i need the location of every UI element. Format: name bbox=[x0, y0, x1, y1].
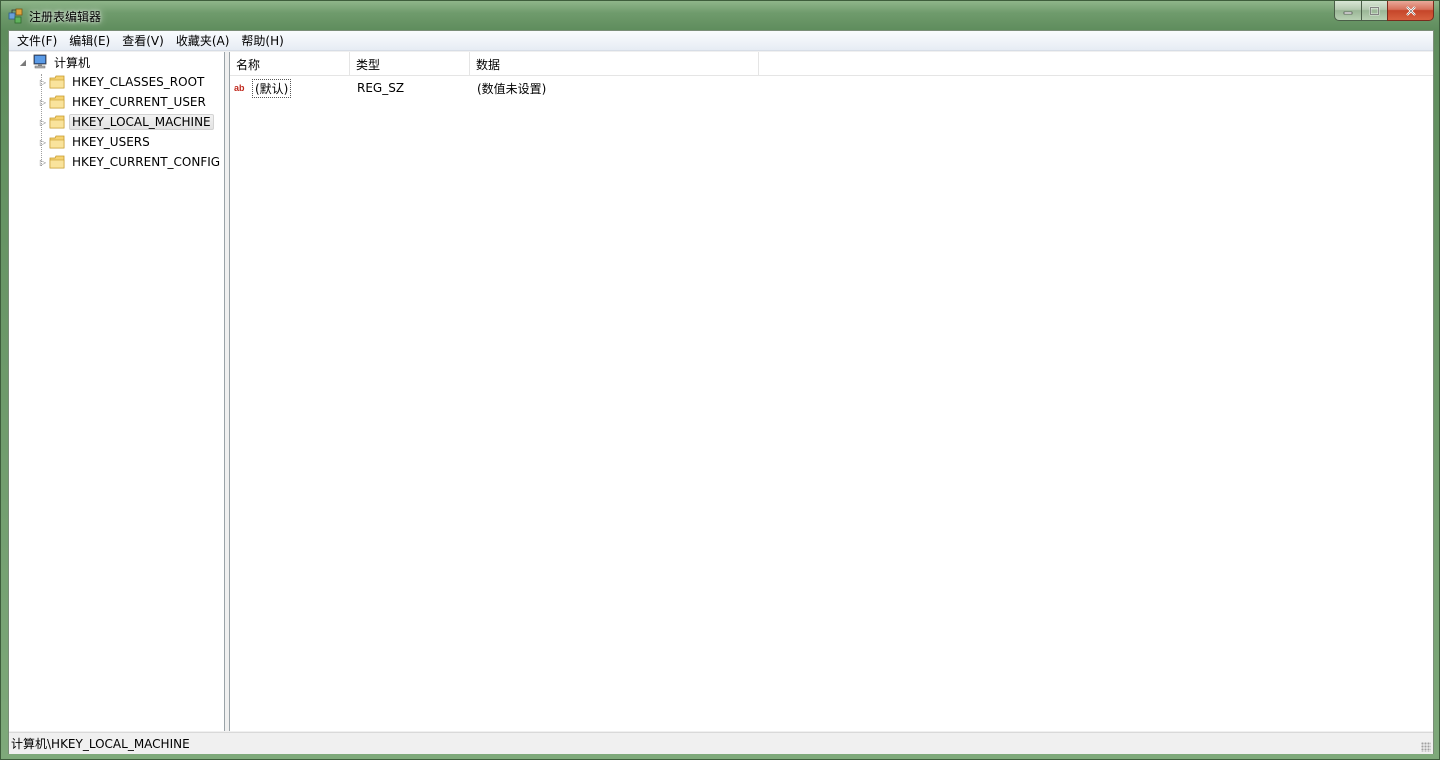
tree-item-hku[interactable]: ▷ HKEY_USERS bbox=[37, 132, 153, 152]
column-header-data[interactable]: 数据 bbox=[470, 52, 759, 76]
folder-icon bbox=[49, 135, 65, 149]
regedit-app-icon bbox=[8, 8, 23, 24]
tree-item-hklm[interactable]: ▷ HKEY_LOCAL_MACHINE bbox=[37, 112, 214, 132]
tree-item-hkcu[interactable]: ▷ HKEY_CURRENT_USER bbox=[37, 92, 209, 112]
close-button[interactable] bbox=[1387, 1, 1434, 21]
tree-item-label: HKEY_USERS bbox=[72, 135, 150, 149]
title-bar[interactable]: 注册表编辑器 bbox=[1, 1, 1439, 30]
tree-item-label: HKEY_CURRENT_CONFIG bbox=[72, 155, 221, 169]
folder-icon bbox=[49, 75, 65, 89]
menu-bar: 文件(F) 编辑(E) 查看(V) 收藏夹(A) 帮助(H) bbox=[9, 31, 1433, 51]
minimize-button[interactable] bbox=[1334, 1, 1361, 21]
tree-item-label: HKEY_LOCAL_MACHINE bbox=[69, 114, 214, 130]
close-icon bbox=[1405, 5, 1416, 16]
value-data: (数值未设置) bbox=[477, 81, 547, 96]
computer-icon bbox=[33, 54, 47, 69]
values-list-pane[interactable]: 名称 类型 数据 ab (默认) REG_SZ (数值未设置) bbox=[230, 52, 1433, 731]
menu-help[interactable]: 帮助(H) bbox=[235, 30, 289, 51]
folder-icon bbox=[49, 115, 65, 129]
expand-arrow-icon[interactable]: ▷ bbox=[37, 156, 49, 168]
list-header: 名称 类型 数据 bbox=[230, 52, 1433, 76]
restore-icon bbox=[1369, 6, 1380, 15]
status-bar: 计算机\HKEY_LOCAL_MACHINE bbox=[9, 732, 1433, 754]
resize-grip-icon[interactable] bbox=[1421, 742, 1431, 752]
collapse-arrow-icon[interactable]: ◢ bbox=[17, 56, 29, 68]
window-title: 注册表编辑器 bbox=[29, 10, 102, 24]
expand-arrow-icon[interactable]: ▷ bbox=[37, 96, 49, 108]
tree-item-hkcc[interactable]: ▷ HKEY_CURRENT_CONFIG bbox=[37, 152, 223, 172]
string-value-icon: ab bbox=[234, 83, 245, 93]
maximize-button[interactable] bbox=[1361, 1, 1387, 21]
tree-item-label: HKEY_CURRENT_USER bbox=[72, 95, 206, 109]
list-row[interactable]: ab (默认) REG_SZ (数值未设置) bbox=[230, 78, 759, 98]
registry-editor-window: 注册表编辑器 文件(F) 编辑(E) 查看(V) 收藏夹(A) 帮助(H) ◢ bbox=[0, 0, 1440, 760]
tree-root-label: 计算机 bbox=[54, 55, 91, 70]
menu-file[interactable]: 文件(F) bbox=[11, 30, 63, 51]
client-area: 文件(F) 编辑(E) 查看(V) 收藏夹(A) 帮助(H) ◢ 计算机 ▷ H… bbox=[8, 30, 1434, 754]
minimize-icon bbox=[1343, 11, 1353, 14]
column-header-type[interactable]: 类型 bbox=[350, 52, 470, 76]
value-name-cell[interactable]: ab (默认) bbox=[230, 78, 350, 98]
folder-icon bbox=[49, 95, 65, 109]
tree-item-hkcr[interactable]: ▷ HKEY_CLASSES_ROOT bbox=[37, 72, 207, 92]
menu-favorites[interactable]: 收藏夹(A) bbox=[170, 30, 236, 51]
column-header-name[interactable]: 名称 bbox=[230, 52, 350, 76]
folder-icon bbox=[49, 155, 65, 169]
key-tree-pane[interactable]: ◢ 计算机 ▷ HKEY_CLASSES_ROOT ▷ HKEY_CURRENT… bbox=[9, 52, 225, 731]
menu-view[interactable]: 查看(V) bbox=[116, 30, 170, 51]
expand-arrow-icon[interactable]: ▷ bbox=[37, 116, 49, 128]
caption-buttons bbox=[1334, 1, 1434, 21]
tree-item-computer[interactable]: ◢ 计算机 bbox=[17, 52, 93, 72]
value-type: REG_SZ bbox=[357, 81, 405, 95]
status-path: 计算机\HKEY_LOCAL_MACHINE bbox=[11, 737, 190, 751]
tree-item-label: HKEY_CLASSES_ROOT bbox=[72, 75, 205, 89]
menu-edit[interactable]: 编辑(E) bbox=[63, 30, 116, 51]
expand-arrow-icon[interactable]: ▷ bbox=[37, 76, 49, 88]
expand-arrow-icon[interactable]: ▷ bbox=[37, 136, 49, 148]
value-name: (默认) bbox=[252, 78, 292, 98]
